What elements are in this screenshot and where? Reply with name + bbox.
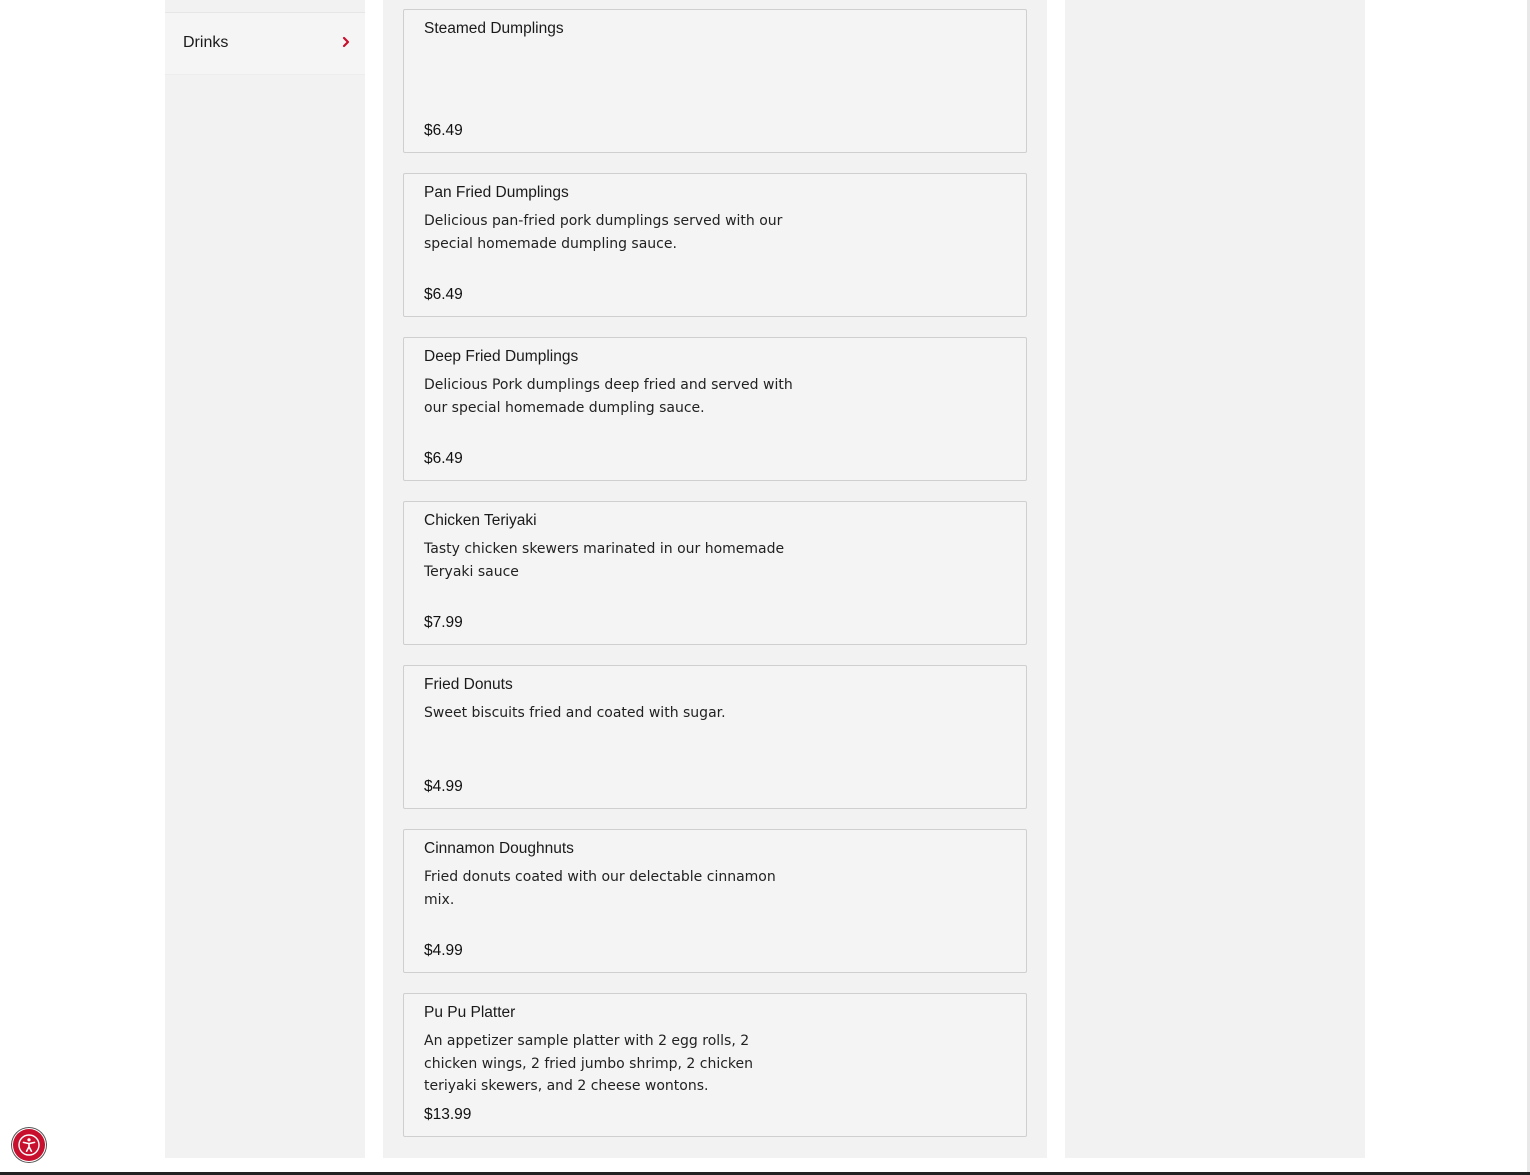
item-name: Pu Pu Platter <box>424 1004 516 1021</box>
menu-items-panel: Steamed Dumplings $6.49 Pan Fried Dumpli… <box>383 0 1047 1158</box>
menu-item-card[interactable]: Chicken Teriyaki Tasty chicken skewers m… <box>403 501 1027 645</box>
item-name: Steamed Dumplings <box>424 20 564 37</box>
item-price: $13.99 <box>424 1106 472 1123</box>
sidebar-item-drinks[interactable]: Drinks <box>165 12 365 75</box>
item-description: Fried donuts coated with our delectable … <box>424 869 776 908</box>
item-name: Fried Donuts <box>424 676 513 693</box>
menu-item-card[interactable]: Cinnamon Doughnuts Fried donuts coated w… <box>403 829 1027 973</box>
item-name: Chicken Teriyaki <box>424 512 537 529</box>
menu-item-card[interactable]: Fried Donuts Sweet biscuits fried and co… <box>403 665 1027 809</box>
menu-item-card[interactable]: Deep Fried Dumplings Delicious Pork dump… <box>403 337 1027 481</box>
item-description: Sweet biscuits fried and coated with sug… <box>424 705 726 721</box>
chevron-right-icon <box>339 34 353 48</box>
sidebar-item-label: Drinks <box>183 34 229 51</box>
item-description: Delicious Pork dumplings deep fried and … <box>424 377 793 416</box>
item-price: $7.99 <box>424 614 463 631</box>
order-panel <box>1065 0 1365 1158</box>
item-price: $6.49 <box>424 286 463 303</box>
item-description: Tasty chicken skewers marinated in our h… <box>424 541 785 580</box>
item-name: Pan Fried Dumplings <box>424 184 569 201</box>
item-price: $4.99 <box>424 778 463 795</box>
category-sidebar: Drinks <box>165 0 365 1158</box>
item-description: Delicious pan-fried pork dumplings serve… <box>424 213 783 252</box>
item-name: Deep Fried Dumplings <box>424 348 579 365</box>
item-price: $6.49 <box>424 122 463 139</box>
menu-item-card[interactable]: Pan Fried Dumplings Delicious pan-fried … <box>403 173 1027 317</box>
item-description: An appetizer sample platter with 2 egg r… <box>424 1033 754 1094</box>
accessibility-button[interactable] <box>13 1129 45 1161</box>
item-price: $6.49 <box>424 450 463 467</box>
menu-item-card[interactable]: Steamed Dumplings $6.49 <box>403 9 1027 153</box>
accessibility-icon <box>18 1134 40 1156</box>
menu-item-card[interactable]: Pu Pu Platter An appetizer sample platte… <box>403 993 1027 1137</box>
item-price: $4.99 <box>424 942 463 959</box>
item-name: Cinnamon Doughnuts <box>424 840 574 857</box>
